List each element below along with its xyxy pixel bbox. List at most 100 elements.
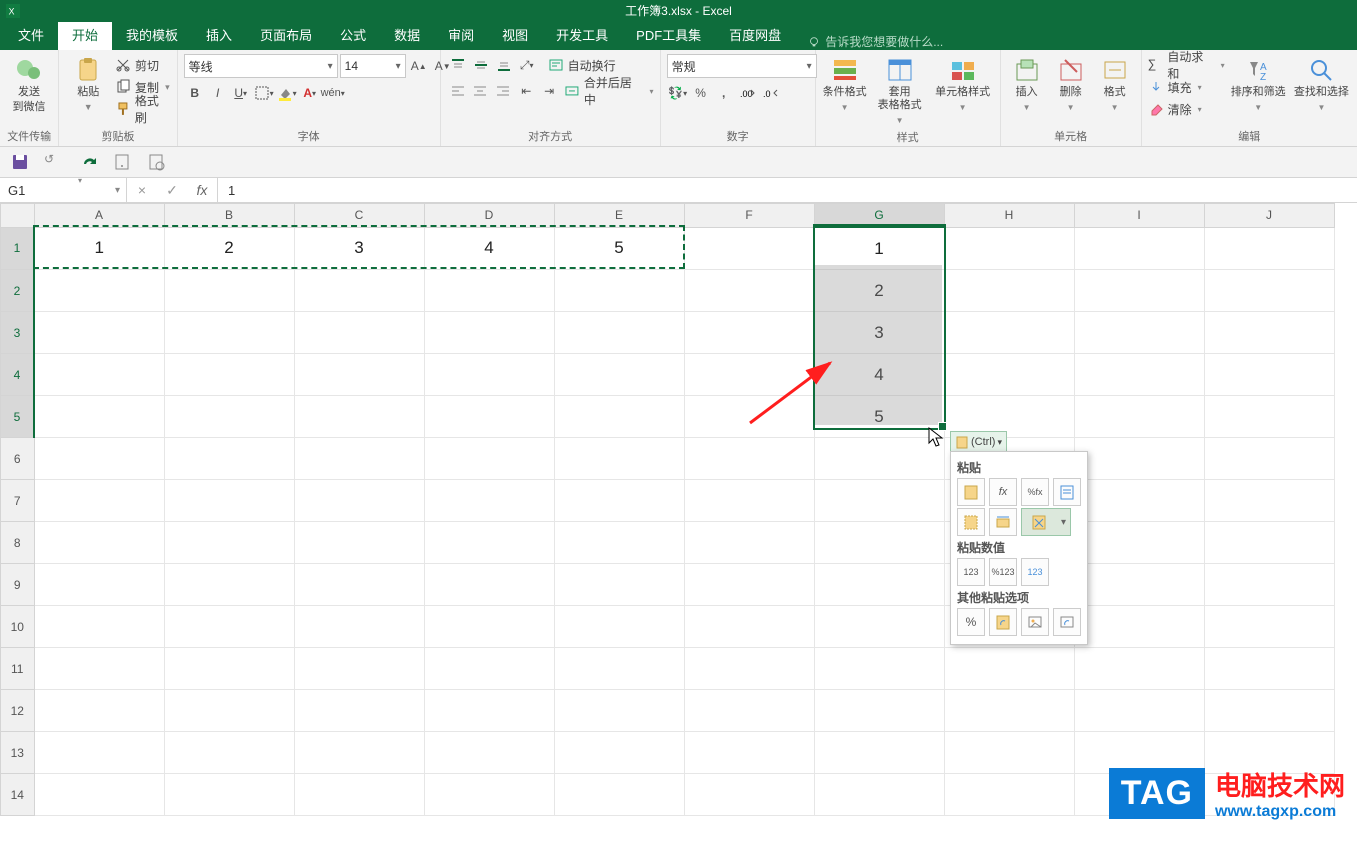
copy-icon — [115, 79, 131, 95]
paste-values-source-icon[interactable]: 123 — [1021, 558, 1049, 586]
cut-button[interactable]: 剪切 — [115, 54, 171, 76]
paste-transpose-icon[interactable] — [1021, 508, 1071, 536]
send-to-wechat-button[interactable]: 发送 到微信 — [6, 54, 52, 114]
paste-values-icon[interactable]: 123 — [957, 558, 985, 586]
tab-page-layout[interactable]: 页面布局 — [246, 19, 326, 50]
title-bar: X 工作簿3.xlsx - Excel — [0, 0, 1357, 22]
tab-home[interactable]: 开始 — [58, 19, 112, 50]
format-as-table-button[interactable]: 套用 表格格式▼ — [872, 54, 928, 127]
phonetic-guide-icon[interactable]: wén▾ — [322, 82, 344, 104]
border-icon[interactable]: ▾ — [253, 82, 275, 104]
fill-color-icon[interactable]: ▾ — [276, 82, 298, 104]
clear-button[interactable]: 清除▾ — [1148, 98, 1225, 120]
tab-data[interactable]: 数据 — [380, 19, 434, 50]
percent-format-icon[interactable]: % — [690, 82, 712, 104]
scissors-icon — [115, 57, 131, 73]
format-painter-button[interactable]: 格式刷 — [115, 98, 171, 120]
fill-handle[interactable] — [938, 422, 947, 431]
increase-indent-icon[interactable]: ⇥ — [538, 80, 560, 102]
insert-cells-button[interactable]: 插入▼ — [1007, 54, 1047, 114]
conditional-formatting-button[interactable]: 条件格式▼ — [822, 54, 868, 114]
paste-formulas-number-icon[interactable]: %fx — [1021, 478, 1049, 506]
align-middle-icon[interactable] — [470, 54, 492, 76]
paste-link-icon[interactable] — [989, 608, 1017, 636]
align-top-icon[interactable] — [447, 54, 469, 76]
tab-review[interactable]: 审阅 — [434, 19, 488, 50]
tab-pdf-tools[interactable]: PDF工具集 — [622, 19, 715, 50]
touch-mode-icon[interactable] — [112, 152, 132, 172]
paste-options-button[interactable]: (Ctrl) ▾ — [950, 431, 1007, 453]
select-all-corner[interactable] — [1, 204, 35, 228]
tab-file[interactable]: 文件 — [4, 19, 58, 50]
italic-icon[interactable]: I — [207, 82, 229, 104]
paste-values-number-icon[interactable]: %123 — [989, 558, 1017, 586]
font-size-select[interactable]: 14 — [340, 54, 406, 78]
save-icon[interactable] — [10, 152, 30, 172]
name-box[interactable]: G1 — [0, 178, 127, 202]
autosum-button[interactable]: ∑自动求和▾ — [1148, 54, 1225, 76]
column-headers[interactable]: ABCDE FGHIJ — [1, 204, 1335, 228]
comma-format-icon[interactable]: , — [713, 82, 735, 104]
paste-section-label: 粘贴 — [957, 459, 1081, 476]
tell-me-text: 告诉我您想要做什么... — [825, 33, 943, 50]
bold-icon[interactable]: B — [184, 82, 206, 104]
accounting-format-icon[interactable]: 💱▾ — [667, 82, 689, 104]
increase-decimal-icon[interactable]: .00 — [736, 82, 758, 104]
group-styles: 样式 — [822, 127, 994, 145]
paste-formulas-icon[interactable]: fx — [989, 478, 1017, 506]
sort-filter-button[interactable]: AZ 排序和筛选▼ — [1229, 54, 1288, 114]
paste-keep-width-icon[interactable] — [989, 508, 1017, 536]
paste-options-panel: 粘贴 fx %fx 粘贴数值 123 %123 123 其他粘贴选项 % — [950, 451, 1088, 645]
paste-formatting-icon[interactable]: % — [957, 608, 985, 636]
spreadsheet-grid[interactable]: ABCDE FGHIJ 1 12345 1 22 33 44 55 6 7 8 … — [0, 203, 1357, 835]
increase-font-icon[interactable]: A▲ — [408, 55, 430, 77]
redo-icon[interactable]: ▾ — [78, 152, 98, 172]
align-center-icon[interactable] — [470, 80, 492, 102]
undo-icon[interactable]: ↺ — [44, 152, 64, 172]
tab-view[interactable]: 视图 — [488, 19, 542, 50]
tab-mytemplates[interactable]: 我的模板 — [112, 19, 192, 50]
paste-keep-source-icon[interactable] — [1053, 478, 1081, 506]
excel-app-icon: X — [6, 4, 20, 18]
cancel-formula-icon[interactable]: × — [127, 182, 157, 198]
paste-no-borders-icon[interactable] — [957, 508, 985, 536]
font-color-icon[interactable]: A▾ — [299, 82, 321, 104]
align-left-icon[interactable] — [447, 80, 469, 102]
delete-cells-icon — [1057, 56, 1085, 84]
paste-picture-icon[interactable] — [1021, 608, 1049, 636]
merge-center-button[interactable]: 合并后居中▾ — [564, 80, 654, 102]
fill-button[interactable]: 填充▾ — [1148, 76, 1225, 98]
cell-styles-button[interactable]: 单元格样式▼ — [932, 54, 994, 114]
accept-formula-icon[interactable]: ✓ — [157, 182, 187, 199]
delete-cells-button[interactable]: 删除▼ — [1051, 54, 1091, 114]
tab-developer[interactable]: 开发工具 — [542, 19, 622, 50]
sigma-icon: ∑ — [1148, 57, 1164, 73]
decrease-decimal-icon[interactable]: .0 — [759, 82, 781, 104]
paste-button[interactable]: 粘贴 ▼ — [65, 54, 111, 114]
tab-formulas[interactable]: 公式 — [326, 19, 380, 50]
align-bottom-icon[interactable] — [493, 54, 515, 76]
formula-input[interactable]: 1 — [218, 178, 1357, 202]
orientation-icon[interactable]: ⤢▾ — [516, 54, 538, 76]
ribbon: 发送 到微信 文件传输 粘贴 ▼ 剪切 复制▾ — [0, 50, 1357, 147]
tab-insert[interactable]: 插入 — [192, 19, 246, 50]
wrap-text-button[interactable]: 自动换行 — [548, 54, 616, 76]
cell-style-icon — [949, 56, 977, 84]
underline-icon[interactable]: U▾ — [230, 82, 252, 104]
font-name-select[interactable]: 等线 — [184, 54, 338, 78]
wechat-icon — [15, 56, 43, 84]
align-right-icon[interactable] — [492, 80, 514, 102]
svg-text:Z: Z — [1260, 72, 1266, 83]
svg-text:.00: .00 — [740, 89, 753, 99]
print-preview-icon[interactable] — [146, 152, 166, 172]
paste-linked-picture-icon[interactable] — [1053, 608, 1081, 636]
decrease-indent-icon[interactable]: ⇤ — [515, 80, 537, 102]
format-cells-button[interactable]: 格式▼ — [1095, 54, 1135, 114]
tell-me[interactable]: 告诉我您想要做什么... — [807, 33, 943, 50]
find-select-button[interactable]: 查找和选择▼ — [1292, 54, 1351, 114]
fx-icon[interactable]: fx — [187, 182, 217, 198]
tab-baidu-netdisk[interactable]: 百度网盘 — [715, 19, 795, 50]
paintbrush-icon — [115, 101, 131, 117]
paste-all-icon[interactable] — [957, 478, 985, 506]
number-format-select[interactable]: 常规 — [667, 54, 817, 78]
